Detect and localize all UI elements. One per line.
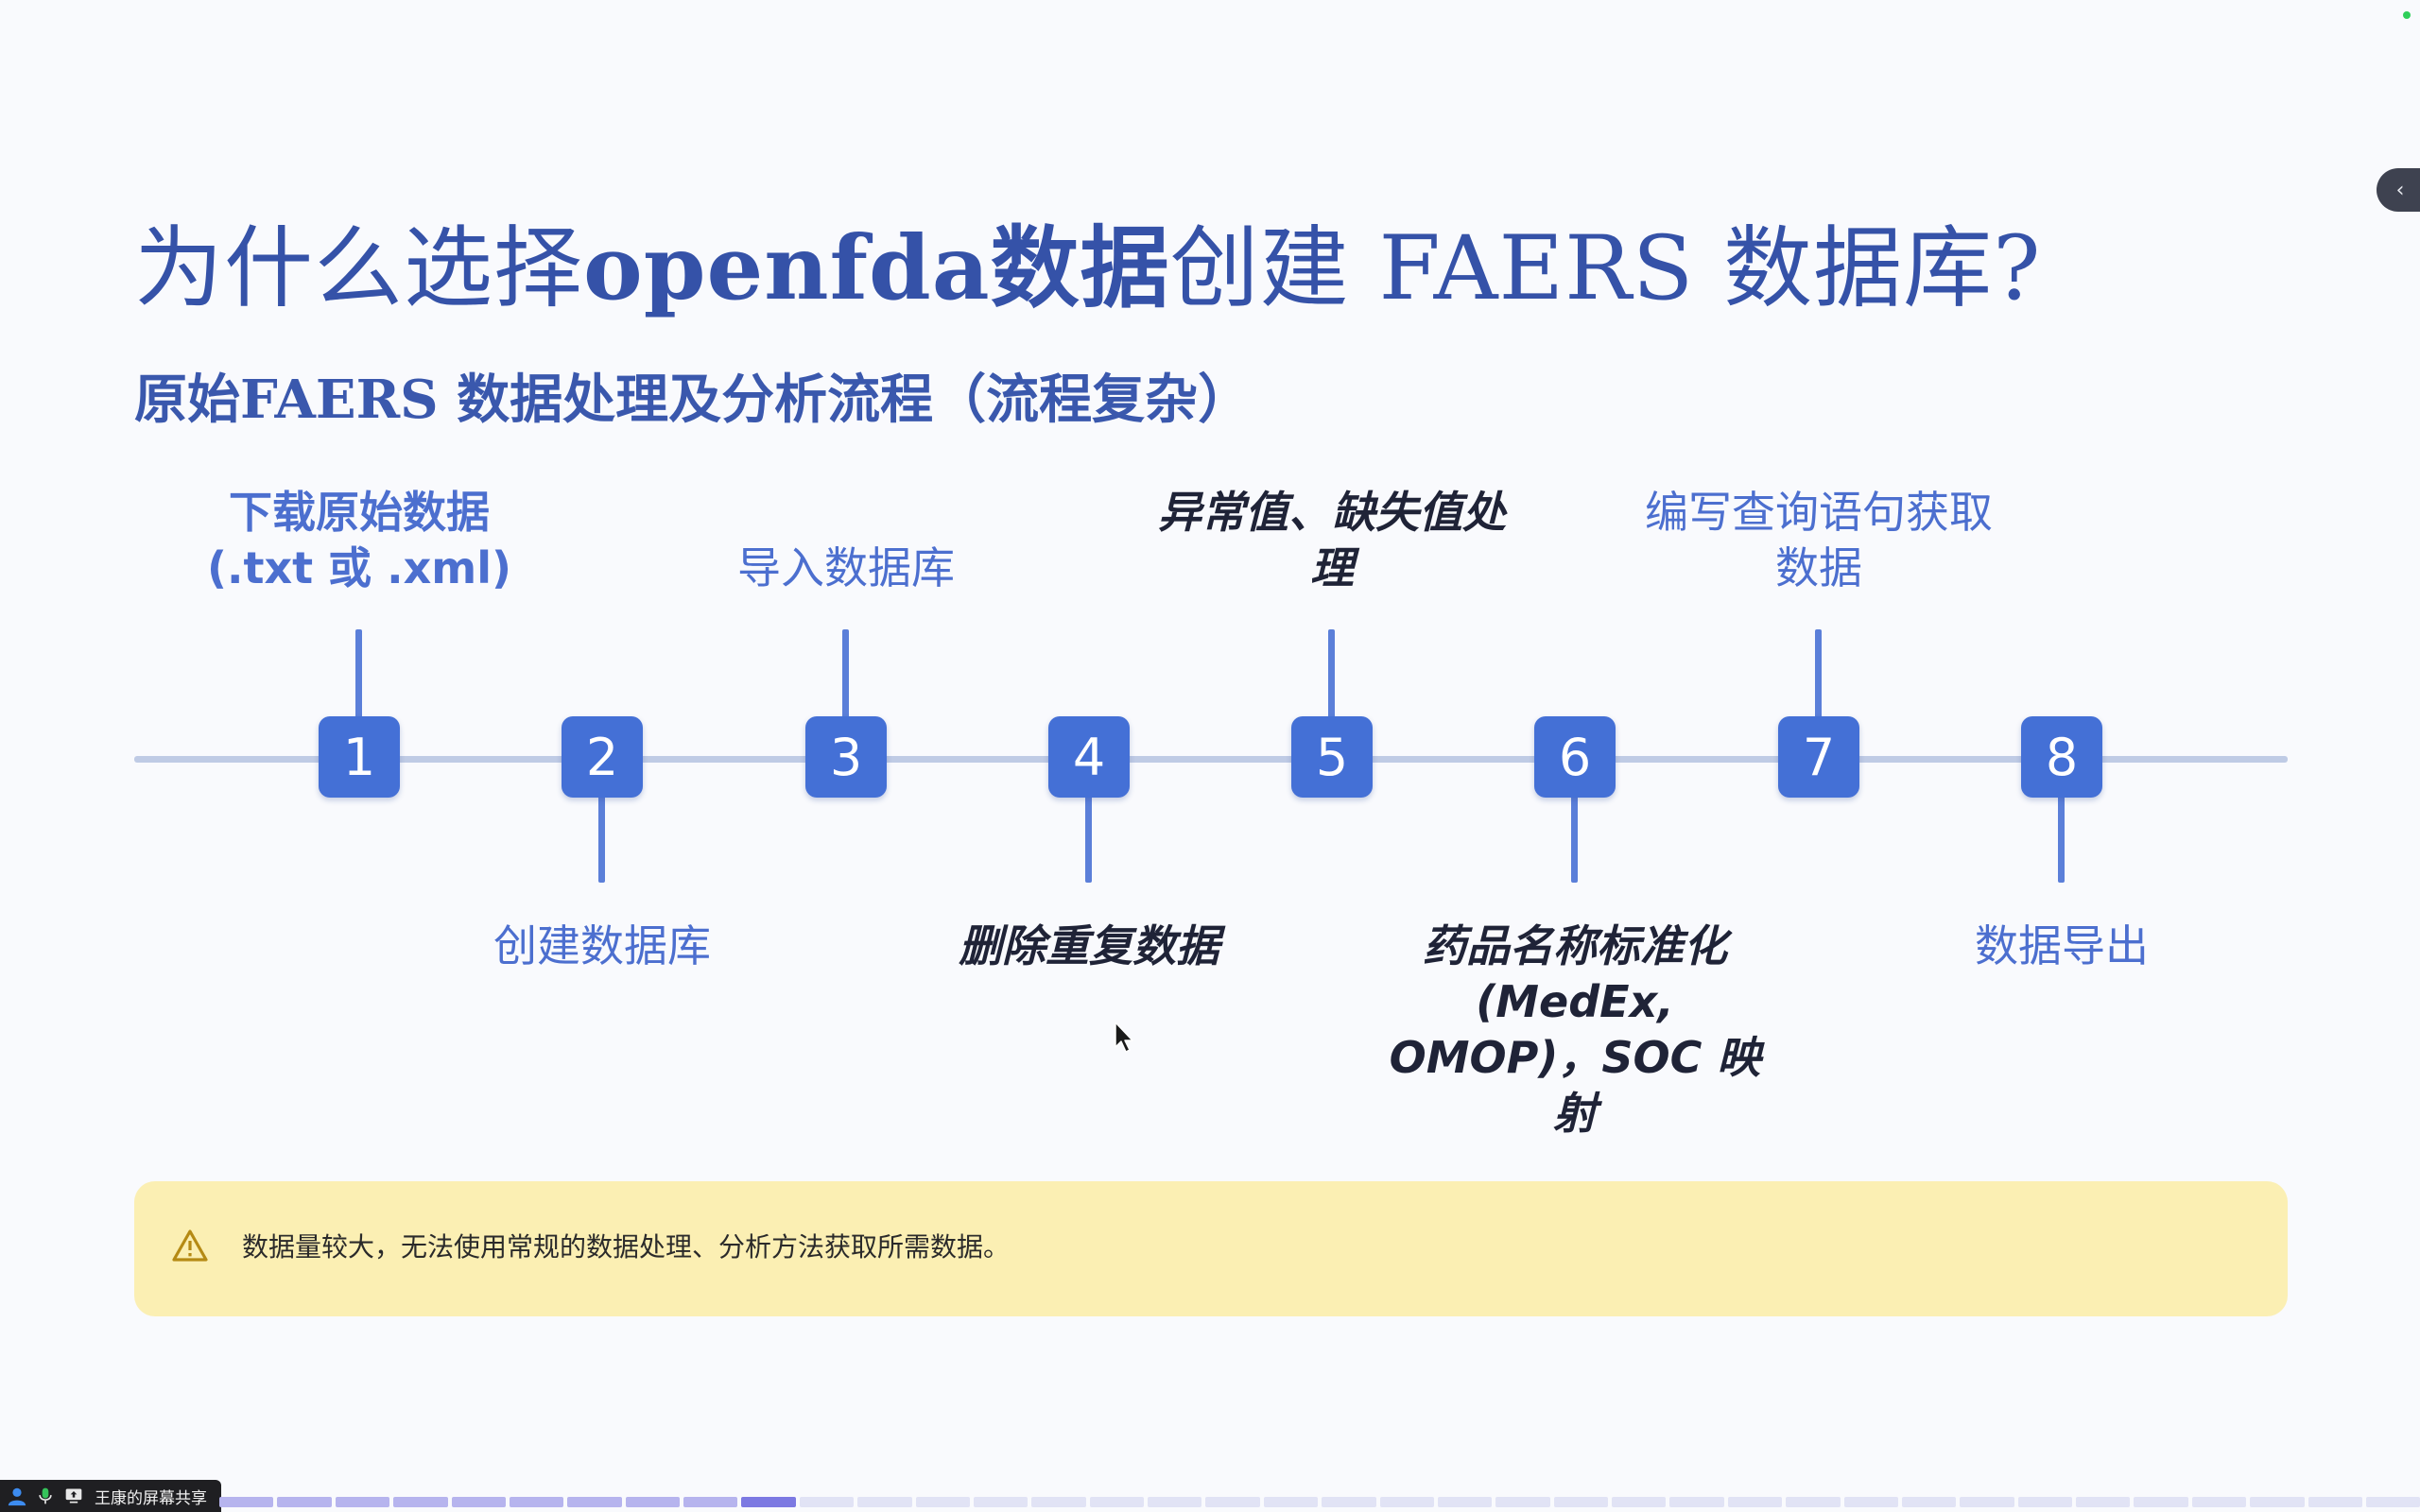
step-1-label: 下载原始数据 (.txt 或 .xml) (206, 487, 512, 593)
subtitle-prefix: 原始FAERS 数据处理及分析流程（ (134, 369, 987, 431)
step-7-node: 7 (1778, 716, 1859, 798)
progress-segment-7[interactable] (567, 1497, 622, 1507)
step-3-connector (842, 629, 849, 720)
progress-segment-33[interactable] (2076, 1497, 2131, 1507)
progress-segment-28[interactable] (1786, 1497, 1841, 1507)
mouse-cursor-icon (1115, 1022, 1133, 1053)
progress-segment-27[interactable] (1727, 1497, 1783, 1507)
progress-segment-25[interactable] (1612, 1497, 1667, 1507)
progress-segment-35[interactable] (2191, 1497, 2247, 1507)
step-6-connector (1571, 792, 1578, 883)
step-3-number: 3 (829, 727, 863, 787)
screen-share-label: 王康的屏幕共享 (95, 1488, 207, 1508)
step-4-number: 4 (1072, 727, 1106, 787)
step-3-node: 3 (805, 716, 887, 798)
microphone-icon[interactable] (34, 1485, 57, 1507)
slide-title: 为什么选择openfda数据创建 FAERS 数据库? (134, 197, 2042, 325)
step-6-number: 6 (1558, 727, 1592, 787)
step-1-connector (355, 629, 362, 720)
step-8-node: 8 (2021, 716, 2102, 798)
presentation-slide: 为什么选择openfda数据创建 FAERS 数据库? 原始FAERS 数据处理… (0, 0, 2420, 1512)
step-7-label: 编写查询语句获取 数据 (1645, 487, 1993, 593)
step-4-node: 4 (1048, 716, 1130, 798)
progress-segment-22[interactable] (1437, 1497, 1493, 1507)
step-5-label: 异常值、缺失值处 理 (1158, 487, 1506, 593)
step-8-number: 8 (2045, 727, 2079, 787)
progress-segment-11[interactable] (799, 1497, 855, 1507)
step-2-node: 2 (562, 716, 643, 798)
progress-segment-24[interactable] (1553, 1497, 1608, 1507)
step-6-node: 6 (1534, 716, 1616, 798)
progress-segment-2[interactable] (277, 1497, 332, 1507)
progress-segment-9[interactable] (683, 1497, 738, 1507)
warning-icon (172, 1229, 208, 1262)
slide-subtitle: 原始FAERS 数据处理及分析流程（流程复杂） (134, 357, 1251, 434)
progress-segment-37[interactable] (2308, 1497, 2362, 1507)
step-6-label: 药品名称标准化 (MedEx, OMOP)，SOC 映 射 (1389, 920, 1761, 1139)
progress-segment-10[interactable] (741, 1497, 796, 1507)
screen-share-icon[interactable] (62, 1485, 85, 1507)
progress-segment-16[interactable] (1089, 1497, 1144, 1507)
progress-segment-6[interactable] (509, 1497, 564, 1507)
step-1-number: 1 (342, 727, 376, 787)
progress-segment-26[interactable] (1669, 1497, 1724, 1507)
step-8-connector (2058, 792, 2065, 883)
progress-segment-17[interactable] (1148, 1497, 1202, 1507)
progress-segment-29[interactable] (1843, 1497, 1898, 1507)
progress-segment-3[interactable] (335, 1497, 390, 1507)
progress-segment-20[interactable] (1322, 1497, 1376, 1507)
screen-share-bar[interactable]: 王康的屏幕共享 (0, 1480, 221, 1512)
progress-segment-31[interactable] (1960, 1497, 2014, 1507)
progress-segment-5[interactable] (451, 1497, 506, 1507)
progress-segment-12[interactable] (857, 1497, 912, 1507)
progress-segment-23[interactable] (1495, 1497, 1550, 1507)
step-2-number: 2 (585, 727, 619, 787)
title-bold: openfda数据 (583, 216, 1170, 320)
progress-segment-21[interactable] (1379, 1497, 1434, 1507)
title-suffix: 创建 FAERS 数据库? (1169, 217, 2042, 320)
subtitle-bold: 流程复杂 (986, 369, 1199, 431)
step-2-label: 创建数据库 (493, 920, 711, 971)
step-5-number: 5 (1315, 727, 1349, 787)
progress-segment-13[interactable] (915, 1497, 970, 1507)
step-4-connector (1085, 792, 1092, 883)
warning-callout: 数据量较大，无法使用常规的数据处理、分析方法获取所需数据。 (134, 1181, 2288, 1316)
step-2-connector (598, 792, 605, 883)
chevron-left-icon: ‹ (2395, 178, 2405, 202)
side-panel-toggle-button[interactable]: ‹ (2377, 168, 2420, 212)
progress-segment-36[interactable] (2250, 1497, 2305, 1507)
progress-segment-32[interactable] (2017, 1497, 2072, 1507)
progress-segment-15[interactable] (1031, 1497, 1086, 1507)
progress-segment-14[interactable] (973, 1497, 1028, 1507)
progress-segment-8[interactable] (625, 1497, 680, 1507)
timeline-line (134, 756, 2288, 763)
slide-progress-bar[interactable] (219, 1497, 2420, 1507)
subtitle-suffix: ） (1198, 369, 1252, 431)
progress-segment-30[interactable] (1901, 1497, 1957, 1507)
progress-segment-1[interactable] (219, 1497, 274, 1507)
step-7-connector (1815, 629, 1822, 720)
progress-segment-19[interactable] (1263, 1497, 1319, 1507)
recording-indicator-icon (2403, 11, 2411, 19)
progress-segment-4[interactable] (393, 1497, 448, 1507)
user-icon[interactable] (6, 1485, 28, 1507)
progress-segment-18[interactable] (1205, 1497, 1260, 1507)
step-5-connector (1328, 629, 1335, 720)
title-prefix: 为什么选择 (134, 217, 584, 320)
step-4-label: 删除重复数据 (959, 920, 1219, 971)
warning-text: 数据量较大，无法使用常规的数据处理、分析方法获取所需数据。 (242, 1231, 1011, 1263)
step-8-label: 数据导出 (1975, 920, 2149, 971)
step-7-number: 7 (1802, 727, 1836, 787)
step-1-node: 1 (319, 716, 400, 798)
progress-segment-38[interactable] (2365, 1497, 2420, 1507)
step-5-node: 5 (1291, 716, 1373, 798)
step-3-label: 导入数据库 (737, 542, 955, 593)
progress-segment-34[interactable] (2134, 1497, 2188, 1507)
